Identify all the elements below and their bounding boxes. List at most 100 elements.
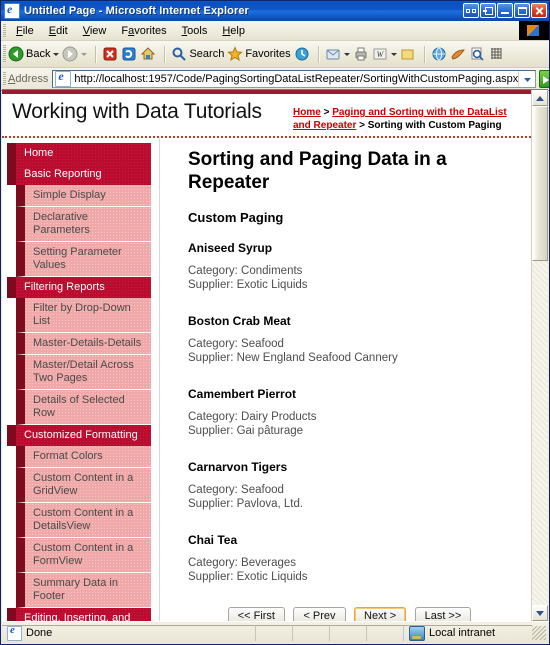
menu-item-tools[interactable]: Tools xyxy=(175,24,215,38)
scroll-down-button[interactable] xyxy=(532,605,548,621)
word-edit-icon: W xyxy=(372,46,388,62)
product-item: Chai Tea Category: Beverages Supplier: E… xyxy=(188,533,511,584)
restore-window-icon[interactable] xyxy=(480,3,496,18)
sidebar-item-custom-content-gridview[interactable]: Custom Content in a GridView xyxy=(16,468,151,503)
close-icon[interactable] xyxy=(531,3,547,18)
menu-tools-rest: ools xyxy=(187,24,208,37)
home-button[interactable] xyxy=(140,46,156,62)
status-text: Done xyxy=(26,627,53,639)
refresh-button[interactable] xyxy=(121,46,137,62)
sidebar-item-details-of-selected-row[interactable]: Details of Selected Row xyxy=(16,390,151,425)
sidebar-nav: Home Basic Reporting Simple Display Decl… xyxy=(7,143,152,621)
sidebar-item-setting-parameter-values[interactable]: Setting Parameter Values xyxy=(16,242,151,277)
discuss-button[interactable] xyxy=(400,46,416,62)
minimize-icon[interactable] xyxy=(497,3,513,18)
sidebar-item-format-colors[interactable]: Format Colors xyxy=(16,446,151,468)
sidebar-item-basic-reporting[interactable]: Basic Reporting xyxy=(7,164,151,185)
chevron-up-icon xyxy=(536,95,544,101)
maximize-icon[interactable] xyxy=(514,3,530,18)
address-url-text: http://localhost:1957/Code/PagingSorting… xyxy=(74,73,519,85)
page-header: Working with Data Tutorials Home > Pagin… xyxy=(2,94,531,138)
breadcrumb-home-link[interactable]: Home xyxy=(293,107,321,118)
sidebar-item-customized-formatting[interactable]: Customized Formatting xyxy=(7,425,151,446)
prev-page-button[interactable]: < Prev xyxy=(293,607,346,621)
restore-group-icon[interactable] xyxy=(463,3,479,18)
chevron-down-icon[interactable] xyxy=(518,71,535,87)
inspect-button[interactable] xyxy=(469,46,485,62)
status-pane-3 xyxy=(329,624,366,641)
sidebar-item-custom-content-detailsview[interactable]: Custom Content in a DetailsView xyxy=(16,503,151,538)
product-name: Carnarvon Tigers xyxy=(188,460,288,474)
edit-chevron-down-icon[interactable] xyxy=(390,52,397,56)
forward-button[interactable] xyxy=(62,46,88,62)
sidebar-item-filter-by-drop-down-list[interactable]: Filter by Drop-Down List xyxy=(16,298,151,333)
page-title: Working with Data Tutorials xyxy=(12,100,262,123)
blog-button[interactable] xyxy=(488,46,504,62)
address-input[interactable]: http://localhost:1957/Code/PagingSorting… xyxy=(52,69,537,88)
bird-icon xyxy=(450,46,466,62)
sidebar-item-declarative-parameters[interactable]: Declarative Parameters xyxy=(16,207,151,242)
print-button[interactable] xyxy=(353,46,369,62)
address-label: Address xyxy=(8,73,49,85)
scrollbar-thumb[interactable] xyxy=(532,106,548,261)
product-category: Category: Seafood xyxy=(188,484,284,496)
sidebar-item-filtering-reports[interactable]: Filtering Reports xyxy=(7,277,151,298)
content-subheading: Custom Paging xyxy=(188,210,284,225)
stop-button[interactable] xyxy=(102,46,118,62)
product-supplier: Supplier: Exotic Liquids xyxy=(188,571,308,583)
product-supplier: Supplier: New England Seafood Cannery xyxy=(188,352,398,364)
menu-item-view[interactable]: View xyxy=(76,24,114,38)
sidebar-item-master-detail-across-two-pages[interactable]: Master/Detail Across Two Pages xyxy=(16,355,151,390)
menu-bar: File Edit View Favorites Tools Help xyxy=(1,21,549,41)
history-button[interactable] xyxy=(294,46,310,62)
chevron-down-icon[interactable] xyxy=(53,52,60,56)
back-button[interactable]: Back xyxy=(8,46,60,62)
printer-icon xyxy=(353,46,369,62)
window-controls xyxy=(463,3,547,18)
mail-chevron-down-icon[interactable] xyxy=(343,52,350,56)
menu-item-help[interactable]: Help xyxy=(215,24,252,38)
next-page-button[interactable]: Next > xyxy=(354,607,407,621)
last-page-button[interactable]: Last >> xyxy=(414,607,472,621)
browser-window: Untitled Page - Microsoft Internet Explo… xyxy=(0,0,550,645)
search-button[interactable]: Search xyxy=(171,46,224,62)
history-icon xyxy=(294,46,310,62)
favorites-label: Favorites xyxy=(245,48,291,60)
menu-item-file[interactable]: File xyxy=(9,24,41,38)
go-button[interactable]: Go xyxy=(539,70,549,88)
page-scrollbar[interactable] xyxy=(531,90,548,621)
product-detail: Category: Beverages Supplier: Exotic Liq… xyxy=(188,556,511,584)
status-message: Done xyxy=(2,624,255,641)
messenger-button[interactable] xyxy=(431,46,447,62)
sidebar-item-simple-display[interactable]: Simple Display xyxy=(16,185,151,207)
intranet-zone-icon xyxy=(409,625,425,641)
product-detail: Category: Seafood Supplier: New England … xyxy=(188,337,511,365)
sidebar-item-summary-data-in-footer[interactable]: Summary Data in Footer xyxy=(16,573,151,608)
stop-icon xyxy=(102,46,118,62)
scroll-up-button[interactable] xyxy=(532,90,548,106)
menu-item-edit[interactable]: Edit xyxy=(42,24,75,38)
forward-chevron-down-icon xyxy=(81,52,88,56)
breadcrumb-current: Sorting with Custom Paging xyxy=(367,120,502,131)
go-arrow-icon xyxy=(539,70,549,88)
security-zone[interactable]: Local intranet xyxy=(403,624,532,641)
sidebar-item-editing-inserting-deleting[interactable]: Editing, Inserting, and Deleting xyxy=(7,608,151,621)
menu-item-favorites[interactable]: Favorites xyxy=(114,24,173,38)
edit-button[interactable]: W xyxy=(372,46,397,62)
product-detail: Category: Seafood Supplier: Pavlova, Ltd… xyxy=(188,483,511,511)
search-icon xyxy=(171,46,187,62)
first-page-button[interactable]: << First xyxy=(227,607,285,621)
research-button[interactable] xyxy=(450,46,466,62)
chevron-down-icon xyxy=(536,610,544,616)
sidebar-item-master-details-details[interactable]: Master-Details-Details xyxy=(16,333,151,355)
sidebar-item-custom-content-formview[interactable]: Custom Content in a FormView xyxy=(16,538,151,573)
status-pane-2 xyxy=(292,624,329,641)
resize-grip[interactable] xyxy=(532,625,546,640)
product-supplier: Supplier: Gai pâturage xyxy=(188,425,304,437)
product-item: Carnarvon Tigers Category: Seafood Suppl… xyxy=(188,460,511,511)
scrollbar-track[interactable] xyxy=(532,106,548,605)
favorites-button[interactable]: Favorites xyxy=(227,46,291,62)
page-body: Home Basic Reporting Simple Display Decl… xyxy=(2,138,531,621)
sidebar-item-home[interactable]: Home xyxy=(7,143,151,164)
mail-button[interactable] xyxy=(325,46,350,62)
